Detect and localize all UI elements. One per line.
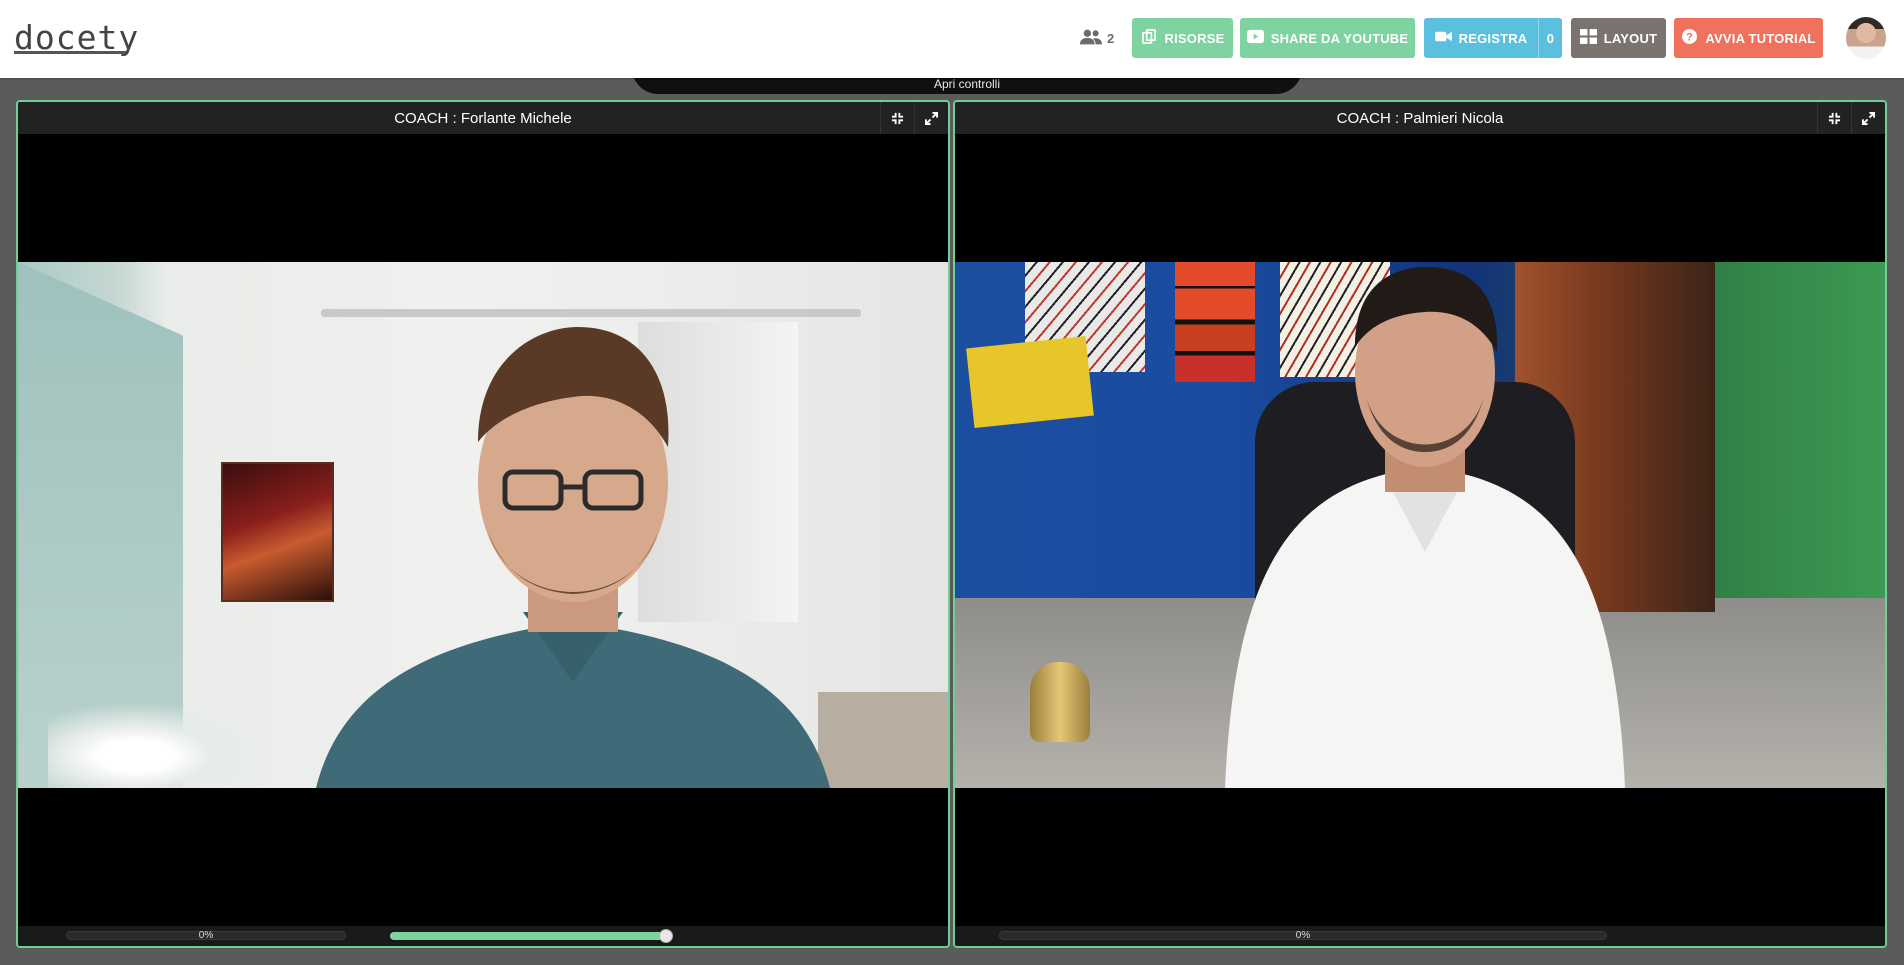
- layout-label: LAYOUT: [1603, 30, 1658, 46]
- docety-logo[interactable]: docety: [14, 20, 138, 56]
- risorse-button[interactable]: RISORSE: [1132, 18, 1233, 58]
- registra-count-badge: 0: [1538, 18, 1562, 58]
- users-icon: [1080, 28, 1102, 49]
- layout-button[interactable]: LAYOUT: [1571, 18, 1666, 58]
- panel-header: COACH : Forlante Michele: [18, 102, 948, 134]
- webcam-image: [18, 262, 948, 788]
- avvia-tutorial-label: AVVIA TUTORIAL: [1705, 30, 1816, 46]
- volume-slider-knob[interactable]: [659, 929, 674, 943]
- compress-icon[interactable]: [880, 102, 914, 134]
- panel-title: COACH : Forlante Michele: [394, 109, 572, 127]
- user-avatar[interactable]: [1846, 17, 1886, 59]
- logo-underline: [14, 51, 126, 54]
- volume-slider-fill: [390, 932, 667, 940]
- share-youtube-label: SHARE DA YOUTUBE: [1270, 30, 1409, 46]
- connection-progress-bar: 0%: [66, 930, 346, 941]
- question-circle-icon: ?: [1681, 29, 1698, 47]
- video-feed-forlante[interactable]: [18, 262, 948, 788]
- participants-indicator[interactable]: 2: [1080, 26, 1114, 50]
- video-panel-forlante: COACH : Forlante Michele 0%: [16, 100, 950, 948]
- share-youtube-button[interactable]: SHARE DA YOUTUBE: [1240, 18, 1415, 58]
- registra-button[interactable]: REGISTRA: [1424, 18, 1538, 58]
- panel-header: COACH : Palmieri Nicola: [955, 102, 1885, 134]
- progress-label: 0%: [1295, 930, 1311, 941]
- panel-footer: 0%: [18, 926, 948, 946]
- registra-count: 0: [1546, 30, 1555, 46]
- copy-icon: [1141, 29, 1158, 47]
- youtube-icon: [1246, 29, 1264, 47]
- webcam-image: [955, 262, 1885, 788]
- progress-label: 0%: [198, 930, 214, 941]
- compress-icon[interactable]: [1817, 102, 1851, 134]
- expand-icon[interactable]: [1851, 102, 1885, 134]
- expand-icon[interactable]: [914, 102, 948, 134]
- video-feed-palmieri[interactable]: [955, 262, 1885, 788]
- volume-slider[interactable]: [390, 929, 674, 943]
- open-controls-label: Apri controlli: [933, 77, 1001, 91]
- avvia-tutorial-button[interactable]: ? AVVIA TUTORIAL: [1674, 18, 1823, 58]
- svg-text:?: ?: [1686, 32, 1693, 44]
- participants-count: 2: [1107, 30, 1115, 46]
- layout-grid-icon: [1579, 29, 1597, 47]
- panel-title: COACH : Palmieri Nicola: [1336, 109, 1504, 127]
- registra-label: REGISTRA: [1458, 30, 1528, 46]
- connection-progress-bar: 0%: [999, 930, 1607, 941]
- panel-header-icons: [880, 102, 948, 134]
- top-bar: docety 2 RISORSE SHARE DA YOUTUBE REGIST…: [0, 0, 1904, 78]
- video-panel-palmieri: COACH : Palmieri Nicola 0%: [953, 100, 1887, 948]
- panel-footer: 0%: [955, 926, 1885, 946]
- video-camera-icon: [1434, 29, 1452, 47]
- risorse-label: RISORSE: [1164, 30, 1225, 46]
- panel-header-icons: [1817, 102, 1885, 134]
